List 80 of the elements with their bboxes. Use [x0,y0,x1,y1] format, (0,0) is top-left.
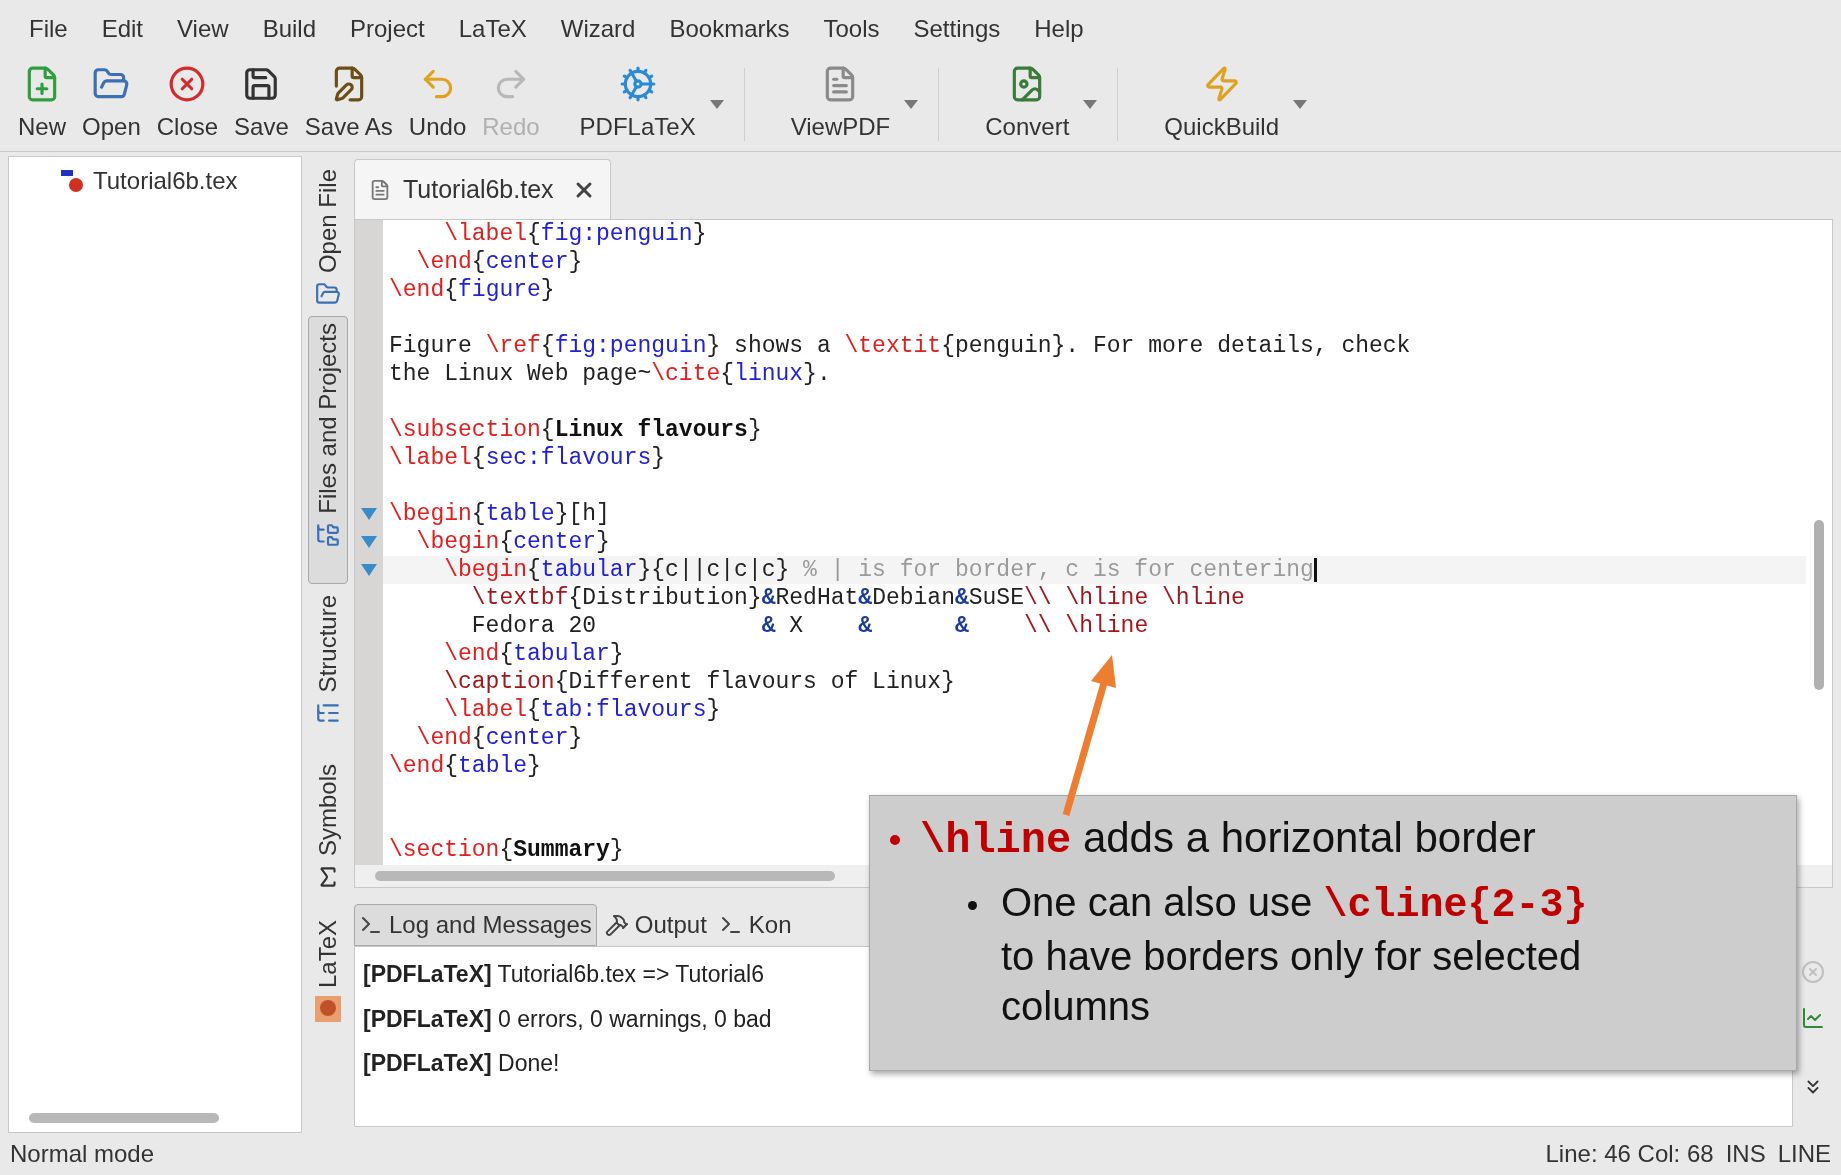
caret-icon [1293,100,1308,109]
hammer-icon [604,913,629,937]
emblem-icon [315,996,341,1023]
code-line: \label{tab:flavours} [443,696,721,724]
toolbar-button[interactable]: QuickBuild [1156,58,1288,151]
code-line: Figure \ref{fig:penguin} shows a \textit{penguin}. For more details, check [389,332,1411,360]
code-line: \begin{table}[h] [389,500,610,528]
code-line: the Linux Web page~\cite{linux}. [389,360,831,388]
panel-tab[interactable]: Kon [714,904,796,946]
code-line: \end{figure} [389,276,555,304]
menu-item[interactable]: Help [1019,11,1099,47]
code-line: \label{fig:penguin} [443,220,707,248]
callout-text: \hline adds a horizontal border [920,813,1536,867]
project-tree-icon [315,521,341,548]
panel-tab[interactable]: Log and Messages [354,904,597,946]
side-tab[interactable]: Symbols [308,757,348,909]
toolbar-button[interactable]: ViewPDF [782,58,899,151]
code-line: \end{center} [415,248,583,276]
code-line: \caption{Different flavours of Linux} [443,668,955,696]
code-line: \end{table} [389,752,541,780]
side-tab[interactable]: Structure [308,588,348,753]
code-line: \end{tabular} [443,640,624,668]
close-icon [168,64,207,103]
code-line: \textbf{Distribution}&RedHat&Debian&SuSE\\ \hline \hline [470,584,1245,612]
toolbar-button[interactable]: Undo [400,58,475,151]
scrollbar[interactable] [375,871,835,881]
selection-mode: LINE [1777,1139,1831,1169]
toolbar-button[interactable]: Save As [296,58,401,151]
toolbar-button[interactable]: New [10,58,74,151]
side-tab[interactable]: Open File [308,162,348,312]
menu-item[interactable]: Settings [898,11,1016,47]
chart-icon[interactable] [1801,1006,1825,1030]
fold-marker-icon[interactable] [361,508,377,520]
fold-marker-icon[interactable] [361,564,377,576]
menu-item[interactable]: Tools [808,11,895,47]
code-line: \end{center} [415,724,583,752]
log-message: [PDFLaTeX] Done! [363,1049,560,1078]
code-line: \section{Summary} [389,836,624,864]
fold-marker-icon[interactable] [361,536,377,548]
toolbar-button[interactable]: Convert [977,58,1078,151]
text-cursor [1313,558,1317,582]
bullet-icon [890,834,900,845]
toolbar-button[interactable]: Close [148,58,227,151]
caret-icon [1083,100,1098,109]
code-editor[interactable] [354,220,1833,888]
menu-item[interactable]: LaTeX [443,11,542,47]
toolbar-button[interactable]: Open [74,58,149,151]
document-tab[interactable]: Tutorial6b.tex [354,159,611,219]
side-tab[interactable]: LaTeX [308,913,348,1043]
caret-icon [904,100,919,109]
code-line: \subsection{Linux flavours} [389,416,762,444]
log-message: [PDFLaTeX] Tutorial6b.tex => Tutorial6 [363,960,764,989]
code-line: \begin{center} [415,528,610,556]
code-line: \label{sec:flavours} [389,444,666,472]
file-tree-item[interactable]: Tutorial6b.tex [9,163,301,199]
menu-item[interactable]: Build [247,11,331,47]
code-line: \begin{tabular}{c||c|c|c} % | is for border, c is for centering [443,556,1314,584]
tex-file-icon [59,168,85,194]
tex-file-icon [369,178,391,201]
side-tab[interactable]: Files and Projects [308,316,348,584]
scrollbar[interactable] [29,1113,219,1123]
bullet-icon [968,901,977,910]
caret-icon [709,100,724,109]
gear-icon [618,64,657,103]
menu-item[interactable]: View [162,11,244,47]
insert-mode: INS [1725,1139,1766,1169]
menu-item[interactable]: Bookmarks [654,11,805,47]
cursor-position: Line: 46 Col: 68 [1545,1139,1714,1169]
menu-item[interactable]: Project [335,11,440,47]
menu-item[interactable]: Edit [86,11,159,47]
toolbar-button[interactable]: Save [226,58,297,151]
menu-item[interactable]: Wizard [545,11,651,47]
mode-status: Normal mode [10,1139,155,1169]
log-message: [PDFLaTeX] 0 errors, 0 warnings, 0 bad [363,1004,772,1034]
code-line: Fedora 20 & X & & \\ \hline [470,612,1149,640]
toolbar-button[interactable]: PDFLaTeX [571,58,704,151]
menu-item[interactable]: File [14,11,83,47]
scrollbar[interactable] [1814,520,1824,690]
callout-text: One can also use \cline{2-3} to have borders only for selected columns [1001,879,1589,1030]
panel-tab[interactable]: Output [600,904,711,946]
